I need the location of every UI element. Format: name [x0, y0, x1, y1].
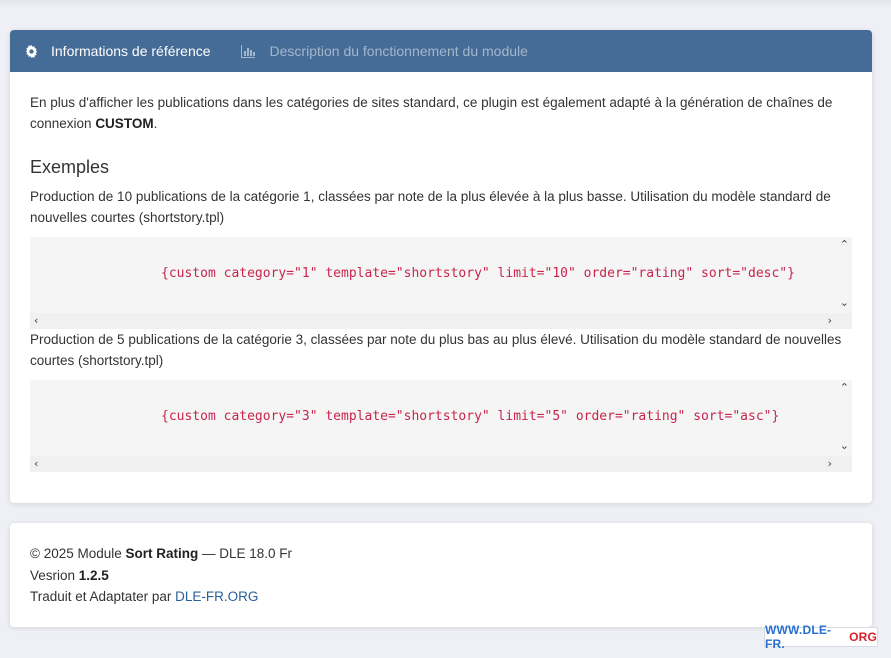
intro-bold: CUSTOM [95, 116, 154, 131]
tab-module-description[interactable]: Description du fonctionnement du module [240, 43, 528, 59]
scroll-down-icon[interactable]: ⌄ [840, 297, 849, 309]
intro-text: En plus d'afficher les publications dans… [30, 92, 852, 134]
watermark-part2: ORG [849, 630, 877, 644]
intro-text-end: . [153, 116, 158, 131]
example-2-description: Production de 5 publications de la catég… [30, 332, 842, 368]
module-name: Sort Rating [125, 546, 199, 561]
credit-line: Traduit et Adaptater par DLE-FR.ORG [30, 586, 852, 608]
site-watermark: WWW.DLE-FR. ORG [764, 623, 878, 651]
credit-prefix: Traduit et Adaptater par [30, 589, 176, 604]
tab-reference-info[interactable]: Informations de référence [25, 43, 211, 59]
tab-reference-info-label: Informations de référence [51, 43, 211, 59]
version-label: Vesrion [30, 567, 79, 583]
scroll-up-icon[interactable]: ⌃ [840, 239, 849, 251]
copyright-suffix: — DLE 18.0 Fr [198, 546, 293, 561]
copyright-line: © 2025 Module Sort Rating — DLE 18.0 Fr [30, 543, 852, 565]
credit-link[interactable]: DLE-FR.ORG [175, 589, 258, 604]
scroll-left-icon[interactable]: ‹ [34, 315, 38, 327]
example-1-description: Production de 10 publications de la caté… [30, 189, 831, 225]
scroll-right-icon[interactable]: › [828, 315, 832, 327]
version-number: 1.2.5 [78, 567, 109, 583]
example-2-horizontal-scrollbar[interactable] [30, 456, 852, 472]
example-1-code: {custom category="1" template="shortstor… [161, 266, 795, 281]
footer-panel: © 2025 Module Sort Rating — DLE 18.0 Fr … [10, 523, 872, 627]
examples-heading: Exemples [30, 157, 110, 177]
example-2-code-block[interactable]: {custom category="3" template="shortstor… [30, 380, 852, 472]
panel-body: En plus d'afficher les publications dans… [10, 72, 872, 472]
bar-chart-icon [240, 44, 255, 58]
scroll-up-icon[interactable]: ⌃ [840, 382, 849, 394]
top-shade [0, 0, 891, 8]
scroll-right-icon[interactable]: › [828, 458, 832, 470]
scroll-down-icon[interactable]: ⌄ [840, 440, 849, 452]
tab-module-description-label: Description du fonctionnement du module [269, 43, 528, 59]
info-panel: Informations de référence Description du… [10, 30, 872, 503]
gear-icon [25, 44, 38, 58]
scroll-left-icon[interactable]: ‹ [34, 458, 38, 470]
tab-bar: Informations de référence Description du… [10, 30, 872, 72]
watermark-part1: WWW.DLE-FR. [765, 623, 832, 651]
example-2-code: {custom category="3" template="shortstor… [161, 409, 780, 424]
example-1-horizontal-scrollbar[interactable] [30, 313, 852, 329]
copyright-prefix: © 2025 Module [30, 546, 126, 561]
version-line: Vesrion 1.2.5 [30, 565, 852, 587]
example-1-code-block[interactable]: {custom category="1" template="shortstor… [30, 237, 852, 329]
